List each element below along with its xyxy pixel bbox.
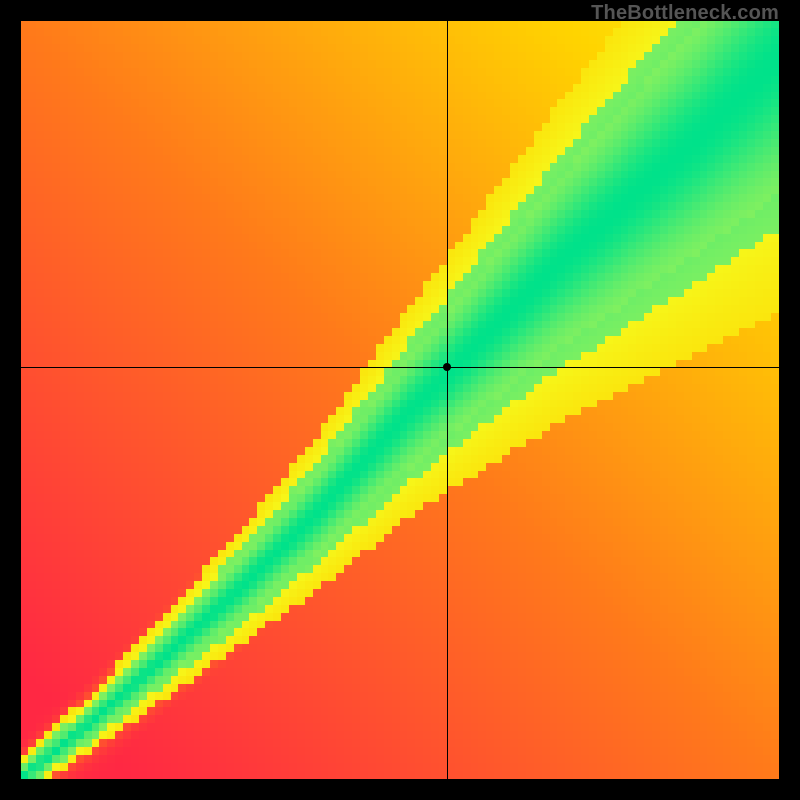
chart-frame: TheBottleneck.com [0, 0, 800, 800]
heatmap-plot [21, 21, 779, 779]
watermark-label: TheBottleneck.com [591, 2, 779, 25]
crosshair-horizontal [21, 367, 779, 368]
crosshair-marker [443, 363, 451, 371]
heatmap-canvas [21, 21, 779, 779]
crosshair-vertical [447, 21, 448, 779]
